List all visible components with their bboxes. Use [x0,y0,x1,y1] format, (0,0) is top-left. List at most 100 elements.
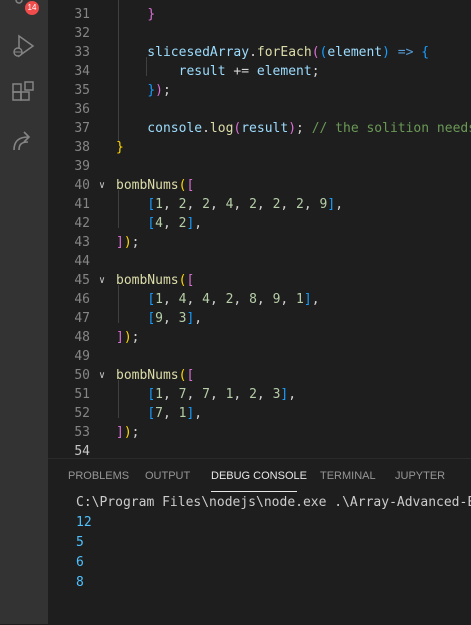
code-line[interactable]: 53]); [48,423,471,442]
code-token: += [225,64,257,79]
code-token: , [209,292,226,307]
code-token: bombNums [116,368,179,383]
code-token: ) [382,45,390,60]
code-line[interactable]: 35 }); [48,81,471,100]
code-line[interactable]: 34 result += element; [48,62,471,81]
tab-output[interactable]: OUTPUT [145,470,190,482]
fold-chevron-icon[interactable]: ∨ [99,271,105,290]
code-line[interactable]: 44 [48,252,471,271]
code-token: , [162,216,179,231]
code-editor[interactable]: 31 } 32 33 slicesedArray.forEach((element)… [48,0,471,458]
code-token: , [233,197,250,212]
fold-chevron-icon[interactable]: ∨ [99,366,105,385]
bottom-panel: PROBLEMS OUTPUT DEBUG CONSOLE TERMINAL J… [48,458,471,625]
line-number: 43 [74,235,90,250]
tab-debug-console[interactable]: DEBUG CONSOLE [211,470,307,482]
code-line[interactable]: 31 } [48,5,471,24]
code-token: ; [162,83,171,98]
code-line[interactable]: 39 [48,157,471,176]
code-token: , [280,292,297,307]
code-token: [ [147,387,156,402]
line-number: 31 [74,7,90,22]
line-number: 49 [74,349,90,364]
code-token: , [209,387,226,402]
code-token: , [162,311,179,326]
code-text: [1, 2, 2, 4, 2, 2, 2, 9], [116,195,343,214]
code-text: result += element; [116,62,320,81]
code-line[interactable]: 45 ∨ bombNums([ [48,271,471,290]
code-text: [1, 7, 7, 1, 2, 3], [116,385,296,404]
tab-problems[interactable]: PROBLEMS [68,470,129,482]
code-line[interactable]: 50 ∨ bombNums([ [48,366,471,385]
code-token: 1 [155,387,163,402]
code-token: , [209,197,226,212]
extensions-icon[interactable] [10,80,38,108]
code-text: [7, 1], [116,404,202,423]
code-line[interactable]: 40 ∨ bombNums([ [48,176,471,195]
code-token: ; [311,64,320,79]
code-token: [ [186,368,195,383]
code-line[interactable]: 33 slicesedArray.forEach((element) => { [48,43,471,62]
code-token: 8 [249,292,257,307]
run-debug-icon[interactable] [10,32,38,60]
code-token: ) [123,235,132,250]
code-token: . [202,121,210,136]
code-token: ; [131,330,140,345]
code-token: , [233,387,250,402]
code-token: 2 [296,197,304,212]
code-token: [ [147,311,156,326]
line-number: 48 [74,330,90,345]
line-number: 41 [74,197,90,212]
code-line[interactable]: 48]); [48,328,471,347]
code-line[interactable]: 47 [9, 3], [48,309,471,328]
code-token: ) [123,330,132,345]
code-token: 1 [155,197,163,212]
remote-share-icon[interactable] [10,128,38,156]
code-token: 2 [249,387,257,402]
code-line[interactable]: 37 console.log(result); // the solition … [48,119,471,138]
code-line[interactable]: 49 [48,347,471,366]
fold-chevron-icon[interactable]: ∨ [99,176,105,195]
tab-terminal[interactable]: TERMINAL [320,470,376,482]
line-number: 44 [74,254,90,269]
code-line[interactable]: 54 [48,442,471,458]
code-token: ; [131,425,140,440]
code-token: } [147,7,156,22]
code-token: , [280,197,297,212]
code-token: 4 [202,292,210,307]
code-token: , [194,406,203,421]
code-token: slicesedArray [116,45,250,60]
line-number: 34 [74,64,90,79]
tab-jupyter[interactable]: JUPYTER [395,470,445,482]
console-output-line: 5 [76,535,84,550]
code-line[interactable]: 38} [48,138,471,157]
code-line[interactable]: 43]); [48,233,471,252]
code-token: element [256,64,312,79]
code-line[interactable]: 51 [1, 7, 7, 1, 2, 3], [48,385,471,404]
code-token: [ [147,216,156,231]
active-tab-indicator [211,491,297,492]
code-line[interactable]: 46 [1, 4, 4, 2, 8, 9, 1], [48,290,471,309]
code-token: , [186,387,203,402]
code-token: } [147,83,156,98]
code-token: , [233,292,250,307]
code-text: bombNums([ [116,176,194,195]
code-line[interactable]: 41 [1, 2, 2, 4, 2, 2, 2, 9], [48,195,471,214]
code-line[interactable]: 36 [48,100,471,119]
code-line[interactable]: 32 [48,24,471,43]
code-text: ]); [116,423,139,442]
activity-bar: 14 [0,0,48,624]
code-line[interactable]: 42 [4, 2], [48,214,471,233]
code-token: } [116,140,124,155]
code-token: ] [116,330,124,345]
code-token: element [327,45,383,60]
line-number: 39 [74,159,90,174]
console-command: C:\Program Files\nodejs\node.exe .\Array… [76,495,471,510]
code-line[interactable]: 52 [7, 1], [48,404,471,423]
code-text: ]); [116,233,139,252]
